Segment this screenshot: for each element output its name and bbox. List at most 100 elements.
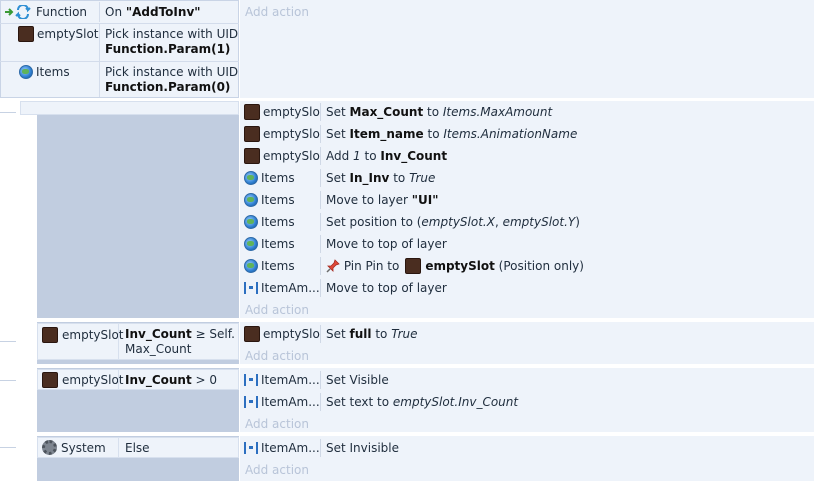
action-text-part: emptySlot.Y — [502, 215, 576, 229]
action-text-part: Set Visible — [326, 373, 389, 387]
action-row[interactable]: Items Set position to (emptySlot.X, empty… — [240, 211, 814, 233]
globe-icon — [244, 171, 258, 185]
sprite-icon — [244, 148, 260, 164]
action-text-part: emptySlot.Inv_Count — [392, 395, 519, 409]
action-text-part: Items.AnimationName — [443, 127, 578, 141]
action-text-part: Move to layer — [326, 193, 412, 207]
condition-text: Pick instance with UID Function.Param(0) — [105, 65, 239, 94]
action-object: Items — [240, 215, 320, 229]
action-text-part: Set — [326, 105, 350, 119]
action-row[interactable]: emptySlot Set full to True — [240, 323, 814, 345]
function-header[interactable]: Function On "AddToInv" — [2, 2, 238, 22]
condition-inv-count-ge-max[interactable]: emptySlot Inv_Count ≥ Self. Max_Count — [37, 323, 239, 360]
function-actions-area[interactable] — [240, 0, 814, 98]
action-text-part: Move to top of layer — [326, 237, 447, 251]
column-divider — [320, 213, 321, 231]
action-text: Set position to (emptySlot.X, emptySlot.… — [326, 215, 580, 229]
action-text: Set Item_name to Items.AnimationName — [326, 127, 577, 141]
action-object: Items — [240, 193, 320, 207]
action-object: Items — [240, 259, 320, 273]
condition-text: Else — [118, 438, 150, 457]
action-text-part: Set — [326, 327, 350, 341]
action-text: Set full to True — [326, 327, 418, 341]
action-row[interactable]: Items Move to top of layer — [240, 233, 814, 255]
action-row[interactable]: Items Set In_Inv to True — [240, 167, 814, 189]
action-row[interactable]: ItemAm... Set Visible — [240, 369, 814, 391]
action-object-name: ItemAm... — [261, 395, 320, 409]
action-row[interactable]: Items Move to layer "UI" — [240, 189, 814, 211]
action-object-name: ItemAm... — [261, 281, 320, 295]
action-text-part: 1 — [353, 149, 361, 163]
action-text-part: full — [349, 327, 372, 341]
add-action-link[interactable]: Add action — [245, 3, 309, 21]
action-row[interactable]: emptySlot Add 1 to Inv_Count — [240, 145, 814, 167]
condition-inv-count-gt-zero[interactable]: emptySlot Inv_Count > 0 — [37, 369, 239, 390]
action-row[interactable]: ItemAm... Set Invisible — [240, 437, 814, 459]
column-divider — [320, 371, 321, 389]
action-text-part: Items.MaxAmount — [442, 105, 553, 119]
sprite-icon — [42, 327, 58, 343]
action-text-part: True — [409, 171, 436, 185]
action-text-part: Set — [326, 171, 350, 185]
column-divider — [320, 147, 321, 165]
action-text-part: to — [389, 171, 410, 185]
action-object-name: ItemAm... — [261, 373, 320, 387]
add-action-link[interactable]: Add action — [245, 461, 309, 479]
action-object-name: ItemAm... — [261, 441, 320, 455]
sprite-icon — [244, 126, 260, 142]
column-divider — [320, 439, 321, 457]
globe-icon — [19, 65, 33, 79]
action-row[interactable]: ItemAm... Move to top of layer — [240, 277, 814, 299]
globe-icon — [244, 237, 258, 251]
action-text: Set Max_Count to Items.MaxAmount — [326, 105, 552, 119]
add-action-link[interactable]: Add action — [245, 347, 309, 365]
action-text-part: emptySlot.X — [421, 215, 495, 229]
action-object-name: emptySlot — [263, 105, 320, 119]
condition-system-else[interactable]: System Else — [37, 437, 239, 458]
function-signature: On "AddToInv" — [105, 5, 201, 19]
action-text-part: True — [391, 327, 418, 341]
action-object: ItemAm... — [240, 373, 320, 387]
action-object: emptySlot — [240, 326, 320, 342]
action-object-name: Items — [261, 215, 295, 229]
add-action-link[interactable]: Add action — [245, 301, 309, 319]
action-text-part: Set — [326, 127, 350, 141]
column-divider — [320, 325, 321, 343]
gear-icon — [42, 440, 57, 455]
action-object-name: Items — [261, 237, 295, 251]
condition-pick-emptyslot[interactable]: emptySlot Pick instance with UID Functio… — [2, 23, 239, 61]
action-row[interactable]: emptySlot Set Max_Count to Items.MaxAmoun… — [240, 101, 814, 123]
globe-icon — [244, 193, 258, 207]
column-divider — [320, 191, 321, 209]
sprite-icon — [18, 26, 34, 42]
action-object: Items — [240, 171, 320, 185]
column-divider — [320, 393, 321, 411]
action-row[interactable]: ItemAm... Set text to emptySlot.Inv_Count — [240, 391, 814, 413]
condition-pick-items[interactable]: Items Pick instance with UID Function.Pa… — [2, 61, 239, 97]
add-action-link[interactable]: Add action — [245, 415, 309, 433]
action-text-part: In_Inv — [349, 171, 390, 185]
globe-icon — [244, 215, 258, 229]
function-icon — [4, 5, 34, 19]
action-row[interactable]: emptySlot Set Item_name to Items.Animatio… — [240, 123, 814, 145]
action-object: emptySlot — [240, 104, 320, 120]
action-text: Move to top of layer — [326, 237, 447, 251]
action-text: Set text to emptySlot.Inv_Count — [326, 395, 518, 409]
action-text: Set In_Inv to True — [326, 171, 435, 185]
column-divider — [320, 235, 321, 253]
action-text-part: to — [360, 149, 381, 163]
column-divider — [320, 279, 321, 297]
action-object-name: Items — [261, 259, 295, 273]
condition-object: System — [61, 441, 106, 455]
sub-event-blank-condition[interactable] — [20, 101, 239, 318]
condition-text: Pick instance with UID Function.Param(1) — [105, 27, 239, 56]
text-icon — [244, 396, 258, 408]
action-text-part: Set text to — [326, 395, 393, 409]
pin-icon — [326, 259, 340, 273]
condition-text: Inv_Count ≥ Self. Max_Count — [118, 324, 235, 359]
column-divider — [320, 103, 321, 121]
sprite-icon — [244, 104, 260, 120]
action-object: ItemAm... — [240, 441, 320, 455]
action-text-part: to — [423, 127, 444, 141]
action-row[interactable]: Items Pin Pin to emptySlot (Position onl… — [240, 255, 814, 277]
